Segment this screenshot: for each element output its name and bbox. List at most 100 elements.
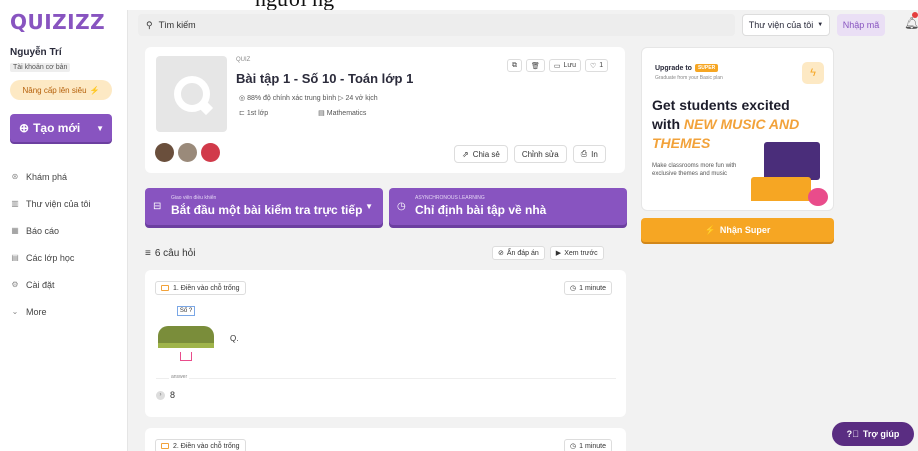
sidebar-item-label: Khám phá	[26, 171, 68, 182]
upgrade-label: Nâng cấp lên siêu	[22, 85, 87, 95]
start-live-quiz-button[interactable]: ⊟ Giao viên điều khiển Bắt đầu một bài k…	[145, 188, 383, 225]
bell-icon[interactable]: 🔔︎	[904, 16, 918, 30]
sidebar: QUIZIZZ Nguyễn Trí Tài khoản cơ bản Nâng…	[0, 0, 128, 451]
classes-icon: ▤	[11, 253, 19, 262]
quiz-tags: ⊏ 1st lớp ▤ Mathematics	[239, 109, 366, 117]
promo-illustration-base	[751, 177, 811, 201]
question-card[interactable]: 1. Điền vào chỗ trống ◷ 1 minute Số ? Q.…	[145, 270, 626, 417]
create-new-label: Tạo mới	[33, 121, 81, 135]
sidebar-item-label: Cài đặt	[26, 279, 55, 290]
promo-illustration-figure	[808, 188, 828, 206]
assign-homework-button[interactable]: ◷ ASYNCHRONOUS LEARNING Chỉ định bài tập…	[389, 188, 627, 225]
copy-icon[interactable]: ⧉	[507, 59, 522, 72]
answer-label: answer	[169, 374, 190, 380]
quiz-header-card: QUIZ Bài tập 1 - Số 10 - Toán lớp 1 ◎ 88…	[145, 47, 625, 173]
sidebar-item-label: Các lớp học	[26, 252, 75, 263]
fruit-basket-image	[158, 326, 214, 348]
print-button[interactable]: ⎙ In	[572, 145, 606, 163]
quizizz-q-icon	[173, 76, 213, 116]
chevron-down-icon: ▼	[96, 123, 104, 133]
answer-value: › 8	[156, 390, 175, 400]
create-new-button[interactable]: ⊕ Tạo mới ▼	[10, 114, 112, 142]
share-icon: ⇗	[462, 149, 469, 159]
question-image-label: Số ?	[177, 306, 195, 316]
question-time[interactable]: ◷ 1 minute	[564, 281, 612, 295]
graduate-text: Graduate from your Basic plan	[655, 75, 723, 81]
get-super-label: Nhận Super	[719, 225, 771, 235]
quiz-type-label: QUIZ	[236, 57, 251, 63]
quiz-stats: ◎ 88% độ chính xác trung bình ▷ 24 vở kị…	[239, 94, 378, 102]
play-icon: ▷	[338, 95, 344, 102]
question-time[interactable]: ◷ 1 minute	[564, 439, 612, 451]
library-icon: ▥	[11, 199, 19, 208]
divider	[156, 378, 616, 379]
plus-circle-icon: ⊕	[19, 121, 30, 135]
folder-icon: ▭	[553, 62, 561, 70]
super-promo-card[interactable]: Upgrade to SUPER Graduate from your Basi…	[641, 47, 834, 211]
upgrade-heading: Upgrade to SUPER	[655, 64, 719, 72]
fill-blank-icon	[161, 443, 169, 449]
homework-small-label: ASYNCHRONOUS LEARNING	[415, 195, 485, 201]
chevron-down-icon: ⌄	[11, 307, 19, 316]
quizizz-logo[interactable]: QUIZIZZ	[10, 10, 105, 34]
list-icon: ≡	[145, 248, 151, 259]
homework-main-label: Chỉ định bài tập về nhà	[415, 203, 547, 217]
book-icon: ▤	[318, 110, 325, 117]
hide-answers-button[interactable]: ⊘ Ẩn đáp án	[492, 246, 545, 260]
collaborator-avatars	[155, 143, 220, 162]
search-icon: ⚲	[146, 19, 153, 30]
enter-code-button[interactable]: Nhập mã	[837, 14, 885, 36]
top-bar: ⚲ Tìm kiếm Thư viện của tôi ▼ Nhập mã 🔔︎	[128, 10, 918, 38]
compass-icon: ⊛	[11, 172, 19, 181]
preview-label: Xem trước	[564, 249, 598, 257]
like-count: 1	[599, 62, 604, 69]
save-button[interactable]: ▭ Lưu	[548, 59, 581, 72]
search-input[interactable]: ⚲ Tìm kiếm	[138, 14, 735, 36]
user-name: Nguyễn Trí	[10, 47, 62, 58]
promo-description: Make classrooms more fun with exclusive …	[652, 163, 737, 177]
promo-headline-2-prefix: with	[652, 116, 684, 132]
sidebar-item-explore[interactable]: ⊛ Khám phá	[10, 163, 91, 190]
sidebar-nav: ⊛ Khám phá ▥ Thư viện của tôi ▦ Báo cáo …	[10, 163, 91, 325]
quiz-title: Bài tập 1 - Số 10 - Toán lớp 1	[236, 71, 414, 86]
sidebar-item-classes[interactable]: ▤ Các lớp học	[10, 244, 91, 271]
sidebar-item-label: More	[26, 306, 47, 317]
preview-button[interactable]: ▶ Xem trước	[549, 246, 604, 260]
overlay-text-strip: ngươi ng	[0, 0, 918, 10]
question-card[interactable]: 2. Điền vào chỗ trống ◷ 1 minute	[145, 428, 626, 451]
quiz-thumbnail	[156, 56, 227, 132]
upgrade-button[interactable]: Nâng cấp lên siêu ⚡	[10, 80, 112, 100]
quiz-grade: ⊏ 1st lớp	[239, 109, 268, 117]
library-select[interactable]: Thư viện của tôi ▼	[742, 14, 830, 36]
question-type-label: 2. Điền vào chỗ trống	[173, 442, 240, 450]
upgrade-to-text: Upgrade to	[655, 64, 692, 72]
help-label: Trợ giúp	[862, 429, 900, 439]
sidebar-item-library[interactable]: ▥ Thư viện của tôi	[10, 190, 90, 217]
quiz-grade-text: 1st lớp	[246, 110, 269, 117]
quiz-share-actions: ⇗ Chia sẻ Chỉnh sửa ⎙ In	[454, 145, 606, 163]
quiz-plays: 24 vở kịch	[345, 95, 378, 102]
help-button[interactable]: ?⃝ Trợ giúp	[832, 422, 914, 446]
live-main-label: Bắt đầu một bài kiểm tra trực tiếp	[171, 203, 363, 217]
hide-answers-label: Ẩn đáp án	[506, 249, 539, 257]
avatar	[201, 143, 220, 162]
edit-button[interactable]: Chỉnh sửa	[513, 145, 567, 163]
check-icon: ›	[156, 390, 165, 400]
sidebar-item-settings[interactable]: ⚙ Cài đặt	[10, 271, 91, 298]
sidebar-item-reports[interactable]: ▦ Báo cáo	[10, 217, 91, 244]
like-button[interactable]: ♡ 1	[585, 59, 609, 72]
chevron-down-icon: ▼	[365, 202, 373, 211]
question-type-label: 1. Điền vào chỗ trống	[173, 284, 240, 292]
question-text: Q.	[230, 334, 239, 343]
avatar	[155, 143, 174, 162]
share-button[interactable]: ⇗ Chia sẻ	[454, 145, 508, 163]
question-count-text: 6 câu hỏi	[154, 248, 196, 259]
question-type: 2. Điền vào chỗ trống	[155, 439, 246, 451]
trash-icon[interactable]: 🗑︎	[526, 59, 545, 72]
clock-icon: ◷	[570, 443, 577, 450]
sidebar-item-label: Báo cáo	[26, 225, 60, 236]
bolt-icon: ⚡	[704, 224, 716, 235]
sidebar-item-more[interactable]: ⌄ More	[10, 298, 91, 325]
get-super-button[interactable]: ⚡ Nhận Super	[641, 218, 834, 242]
answer-blank-box	[180, 352, 192, 361]
